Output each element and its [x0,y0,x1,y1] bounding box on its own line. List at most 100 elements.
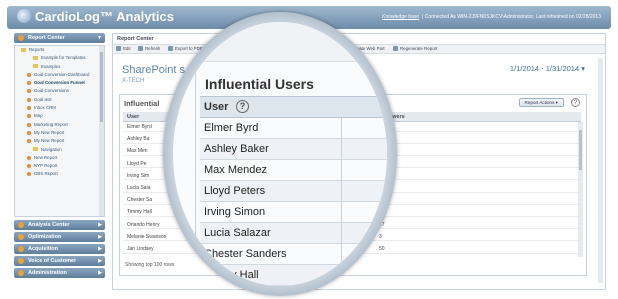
user-name-cell: Max Men [127,148,148,155]
administration-icon [18,270,24,276]
date-range-picker[interactable]: 1/1/2014 - 1/31/2014 ▾ [510,64,585,73]
tree-item[interactable]: Example for Templates [15,54,104,62]
user-name-cell: Ashley Ba [127,136,150,143]
magnified-table-row: Irving Simon [200,202,387,223]
user-name-cell: Melanie Swanson [127,233,167,240]
magnified-user-name: Lucia Salazar [204,227,271,239]
tree-item[interactable]: Examples [15,63,104,71]
tree-item[interactable]: NYP Report [15,162,104,170]
tree-item[interactable]: My New Report [15,129,104,137]
help-icon[interactable]: ? [236,100,249,113]
report-icon [27,72,31,77]
sidebar-section-optimization[interactable]: Optimization ▶ [14,232,105,242]
magnifier-lens: Influential Users User ? Elmer Byrd Ashle… [163,12,397,296]
refresh-icon [138,46,143,52]
tree-item-label: Goal test [34,96,52,102]
help-icon[interactable]: ? [571,98,580,107]
magnified-table-row: Ashley Baker [200,139,387,160]
regenerate-report-button[interactable]: Regenerate Report [393,46,437,52]
tree-item[interactable]: Reports [15,46,104,54]
tree-scrollbar[interactable] [99,46,104,216]
report-icon [27,130,31,135]
report-tree: Reports Example for Templates Examples Goal… [14,45,105,217]
sidebar-section-acquisition[interactable]: Acquisition ▶ [14,244,105,254]
user-name-cell: Timmy Hall [127,209,152,216]
report-icon [27,81,31,86]
sidebar-section-analysis-center[interactable]: Analysis Center ▶ [14,220,105,230]
grid-scrollbar[interactable] [578,122,583,257]
panel-title: Report Center [117,36,154,42]
tree-item-label: Goal Conversion Dashboard [34,71,90,77]
magnified-column-divider [341,118,342,286]
magnified-grid-header: User ? [200,96,387,118]
tree-item[interactable]: Map [15,112,104,120]
report-icon [27,172,31,177]
edit-button[interactable]: Edit [116,46,131,52]
tree-item[interactable]: New Report [15,154,104,162]
tree-item[interactable]: OBS Report [15,170,104,178]
user-name-cell: Jan Lindsey [127,246,154,252]
connection-status-text: | Connected As WIN-2J9FN0SJKCV\Administr… [422,14,601,20]
user-name-cell: Irving Sim [127,172,150,179]
section-label: Administration [28,270,67,276]
report-icon [27,164,31,168]
magnified-user-name: Ashley Baker [204,143,269,155]
magnified-table-row: Timmy Hall [200,265,387,286]
tree-item[interactable]: Goal Conversion Funnel [15,79,104,87]
user-name-cell: Lucia Sala [127,185,151,191]
section-label: Report Center [28,35,65,41]
panel-scrollbar[interactable] [598,58,603,283]
tree-item-label: Example for Templates [41,55,86,61]
tree-item-label: Inbox CRM [34,105,56,111]
sidebar: Report Center ▼ Reports Example for Templa… [14,33,105,290]
scroll-thumb[interactable] [100,52,103,122]
report-icon [27,97,31,102]
report-center-icon [18,35,24,41]
chevron-right-icon: ▶ [98,234,102,240]
cardiolog-logo-icon [17,9,31,23]
report-actions-button[interactable]: Report Actions ▾ [518,98,564,107]
magnified-toolbar [173,22,387,62]
magnified-user-name: Lloyd Peters [204,185,266,197]
chevron-down-icon: ▼ [97,35,102,41]
magnified-view: Influential Users User ? Elmer Byrd Ashle… [173,22,387,286]
chevron-right-icon: ▶ [98,258,102,264]
sidebar-section-report-center[interactable]: Report Center ▼ [14,33,105,43]
magnified-user-name: Irving Simon [204,206,266,218]
magnified-user-name: Max Mendez [204,164,267,176]
caret-down-icon: ▾ [581,64,585,73]
header-status: Knowledge base | Connected As WIN-2J9FN0S… [382,14,601,20]
report-icon [27,105,31,110]
analysis-center-icon [18,222,24,228]
user-name-cell: Elmer Byrd [127,124,152,130]
edit-icon [116,46,121,52]
folder-icon [21,47,26,52]
scroll-thumb[interactable] [579,130,582,170]
column-header-user[interactable]: User [127,114,139,120]
tree-item-label: My New Report [34,129,65,135]
tree-item-label: Navigation [41,146,62,152]
sidebar-section-administration[interactable]: Administration ▶ [14,268,105,278]
sidebar-section-voice-of-customer[interactable]: Voice of Customer ▶ [14,256,105,266]
section-label: Analysis Center [28,222,70,228]
magnified-frame-border [195,62,196,286]
folder-icon [33,56,38,61]
magnified-table-row: Lloyd Peters [200,181,387,202]
tree-item[interactable]: Goal Conversion Dashboard [15,71,104,79]
report-icon [27,114,31,119]
folder-icon [33,147,38,152]
tree-item[interactable]: Goal test [15,96,104,104]
tree-item[interactable]: Inbox CRM [15,104,104,112]
tree-item[interactable]: Marketing Report [15,121,104,129]
tree-item[interactable]: My New Report [15,137,104,145]
webpart-title: Influential [124,99,160,108]
tree-item[interactable]: Navigation [15,146,104,154]
tree-item[interactable]: Goal Conversions [15,87,104,95]
refresh-button[interactable]: Refresh [138,46,160,52]
user-name-cell: Orlando Henry [127,221,160,228]
folder-icon [33,64,38,69]
magnified-table-row: Chester Sanders [200,244,387,265]
magnified-webpart-title: Influential Users [205,76,314,92]
magnified-user-name: Timmy Hall [204,269,259,281]
acquisition-icon [18,246,24,252]
